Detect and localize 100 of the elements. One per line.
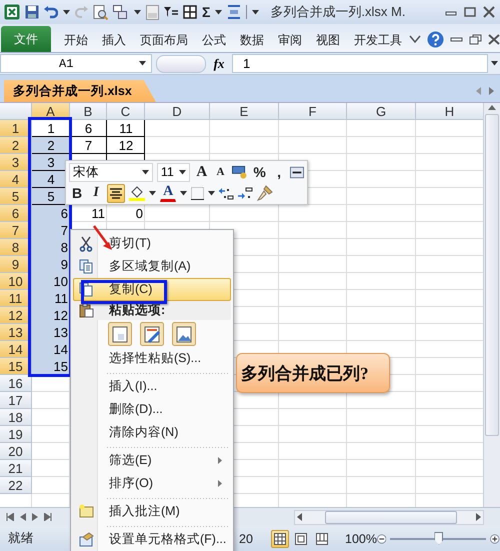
formula-divider-handle[interactable] <box>156 54 206 72</box>
menu-item[interactable]: 排序(O) <box>73 472 231 495</box>
font-name-field[interactable]: 宋体 <box>69 162 153 182</box>
row-header[interactable]: 5 <box>0 188 32 205</box>
scrollbar-thumb[interactable] <box>325 510 457 524</box>
column-header[interactable]: D <box>145 103 210 120</box>
next-sheet-icon[interactable] <box>32 513 38 521</box>
align-icon[interactable] <box>227 5 242 19</box>
bold-button[interactable]: B <box>69 184 86 202</box>
collapse-ribbon-icon[interactable] <box>409 34 421 44</box>
caret-icon[interactable] <box>180 190 188 196</box>
row-header[interactable]: 2 <box>0 137 32 154</box>
row-header[interactable]: 10 <box>0 273 32 290</box>
name-box[interactable]: A1 <box>0 54 152 73</box>
accounting-format-icon[interactable] <box>232 164 248 180</box>
column-header[interactable]: G <box>347 103 416 120</box>
row-header[interactable]: 1 <box>0 120 32 137</box>
shrink-font-button[interactable]: A <box>214 162 228 182</box>
vertical-scrollbar[interactable] <box>483 103 500 507</box>
row-header[interactable]: 13 <box>0 324 32 341</box>
caret-icon[interactable] <box>134 10 141 14</box>
ribbon-tab[interactable]: 页面布局 <box>134 27 194 52</box>
save-icon[interactable] <box>25 5 39 19</box>
caret-icon[interactable] <box>63 10 70 14</box>
print-preview-icon[interactable] <box>93 4 108 20</box>
zoom-out-icon[interactable] <box>376 532 386 546</box>
menu-item[interactable]: 多区域复制(A) <box>73 255 231 278</box>
borders-icon[interactable] <box>191 186 204 200</box>
row-header[interactable]: 21 <box>0 460 32 477</box>
previous-sheet-icon[interactable] <box>20 513 26 521</box>
restore-icon[interactable] <box>463 6 477 18</box>
menu-item[interactable]: 复制(C) <box>73 278 231 301</box>
row-header[interactable]: 20 <box>0 443 32 460</box>
scroll-right-icon[interactable] <box>476 513 481 521</box>
caret-icon[interactable] <box>149 190 156 196</box>
row-header[interactable]: 22 <box>0 477 32 494</box>
column-header[interactable]: F <box>279 103 347 120</box>
view-button[interactable] <box>271 530 289 548</box>
ribbon-tab[interactable]: 插入 <box>96 27 132 52</box>
slider-thumb[interactable] <box>434 532 444 544</box>
caret-icon[interactable] <box>215 10 222 14</box>
formula-field[interactable]: 1 <box>232 54 488 73</box>
column-header[interactable]: E <box>210 103 279 120</box>
row-header[interactable]: 19 <box>0 426 32 443</box>
horizontal-scrollbar[interactable] <box>294 510 484 524</box>
help-icon[interactable] <box>427 30 444 48</box>
paste-formatting-icon[interactable] <box>140 322 164 346</box>
last-sheet-icon[interactable] <box>44 513 52 521</box>
scroll-up-icon[interactable] <box>488 105 496 110</box>
font-color-button[interactable]: A <box>160 184 176 202</box>
caret-icon[interactable] <box>208 190 216 196</box>
format-painter-icon[interactable] <box>257 185 274 201</box>
row-header[interactable]: 11 <box>0 290 32 307</box>
zoom-level[interactable]: 100% <box>345 532 377 546</box>
autosum-button[interactable]: Σ <box>202 4 210 20</box>
ribbon-tab[interactable]: 审阅 <box>272 27 308 52</box>
customize-caret-icon[interactable] <box>252 10 260 14</box>
insert-function-button[interactable]: fx <box>206 56 232 72</box>
scroll-left-icon[interactable] <box>297 513 302 521</box>
row-header[interactable]: 18 <box>0 409 32 426</box>
row-header[interactable]: 16 <box>0 375 32 392</box>
first-sheet-icon[interactable] <box>6 513 14 521</box>
row-header[interactable]: 15 <box>0 358 32 375</box>
dropdown-caret-icon[interactable] <box>139 61 146 66</box>
row-header[interactable]: 9 <box>0 256 32 273</box>
ribbon-tab[interactable]: 数据 <box>234 27 270 52</box>
file-tab[interactable]: 文件 <box>1 26 51 52</box>
menu-item[interactable]: 选择性粘贴(S)... <box>73 347 231 370</box>
workbook-tab[interactable]: 多列合并成一列.xlsx <box>4 80 156 102</box>
ribbon-tab[interactable]: 视图 <box>310 27 346 52</box>
ribbon-tab[interactable]: 开始 <box>58 27 94 52</box>
zoom-in-icon[interactable] <box>490 532 500 546</box>
close-icon[interactable] <box>482 6 496 18</box>
comma-style-button[interactable]: , <box>272 162 286 182</box>
filter-icon[interactable] <box>164 7 178 17</box>
menu-item[interactable]: 剪切(T) <box>73 232 231 255</box>
close-icon[interactable] <box>488 34 500 44</box>
grow-font-button[interactable]: A <box>194 162 210 182</box>
decrease-decimal-icon[interactable] <box>238 186 254 200</box>
expand-caret-icon[interactable] <box>490 61 498 66</box>
table-icon[interactable] <box>183 5 197 19</box>
font-size-field[interactable]: 11 <box>156 162 190 182</box>
row-header[interactable]: 6 <box>0 205 32 222</box>
ribbon-tab[interactable]: 开发工具 <box>348 27 408 52</box>
paste-icon[interactable] <box>108 322 132 346</box>
caret-icon[interactable] <box>179 170 186 174</box>
paste-picture-icon[interactable] <box>172 322 196 346</box>
row-header[interactable]: 17 <box>0 392 32 409</box>
merge-center-icon[interactable] <box>290 166 304 178</box>
layout-icon[interactable] <box>113 5 129 19</box>
row-header[interactable]: 4 <box>0 171 32 188</box>
caret-icon[interactable] <box>142 170 149 174</box>
excel-logo-icon[interactable] <box>4 4 20 20</box>
ribbon-tab[interactable]: 公式 <box>196 27 232 52</box>
select-all-corner[interactable] <box>0 103 32 120</box>
row-header[interactable]: 8 <box>0 239 32 256</box>
row-header[interactable]: 12 <box>0 307 32 324</box>
italic-button[interactable]: I <box>89 184 104 202</box>
row-header[interactable]: 7 <box>0 222 32 239</box>
center-align-button[interactable] <box>107 184 126 202</box>
